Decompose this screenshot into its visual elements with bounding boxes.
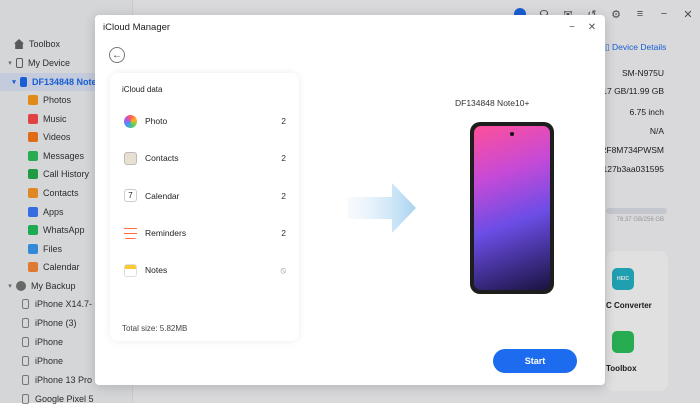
icloud-item-label: Photo <box>145 116 168 126</box>
icloud-item-contacts[interactable]: Contacts 2 <box>124 150 286 166</box>
icloud-item-photo[interactable]: Photo 2 <box>124 113 286 129</box>
icloud-item-count: 2 <box>281 116 286 126</box>
icloud-item-count: 2 <box>281 227 286 238</box>
minimize-icon[interactable]: − <box>565 20 579 34</box>
arrow-left-icon: ← <box>112 49 122 61</box>
icloud-item-calendar[interactable]: 7 Calendar 2 <box>124 188 286 204</box>
icloud-item-label: Notes <box>145 265 168 276</box>
dialog-title: iCloud Manager <box>103 22 171 33</box>
icloud-manager-dialog: iCloud Manager − ✕ ← iCloud data Photo 2 C… <box>95 15 605 385</box>
target-device-label: DF134848 Note10+ <box>455 98 530 108</box>
icloud-item-reminders[interactable]: Reminders 2 <box>124 225 286 241</box>
transfer-arrow-icon <box>348 183 416 233</box>
notes-icon <box>124 263 137 277</box>
icloud-item-label: Calendar <box>145 190 180 201</box>
reminders-icon <box>124 226 137 240</box>
card-title: iCloud data <box>122 85 163 94</box>
total-size: Total size: 5.82MB <box>122 324 188 333</box>
camera-icon <box>510 132 514 136</box>
icloud-item-count: 2 <box>281 190 286 201</box>
phone-screen <box>474 126 550 290</box>
icloud-item-count: 2 <box>281 153 286 164</box>
start-button[interactable]: Start <box>493 349 577 373</box>
calendar-icon: 7 <box>124 189 137 203</box>
phone-image <box>470 122 554 294</box>
contacts-icon <box>124 151 137 165</box>
back-button[interactable]: ← <box>109 47 125 63</box>
icloud-item-notes[interactable]: Notes ⦸ <box>124 262 286 278</box>
icloud-item-label: Reminders <box>145 227 187 238</box>
unavailable-icon: ⦸ <box>280 264 286 275</box>
close-icon[interactable]: ✕ <box>585 20 599 34</box>
photo-icon <box>124 114 137 128</box>
icloud-item-label: Contacts <box>145 153 179 164</box>
icloud-data-card: iCloud data Photo 2 Contacts 2 7 Calendar 2 Rem… <box>110 73 299 341</box>
